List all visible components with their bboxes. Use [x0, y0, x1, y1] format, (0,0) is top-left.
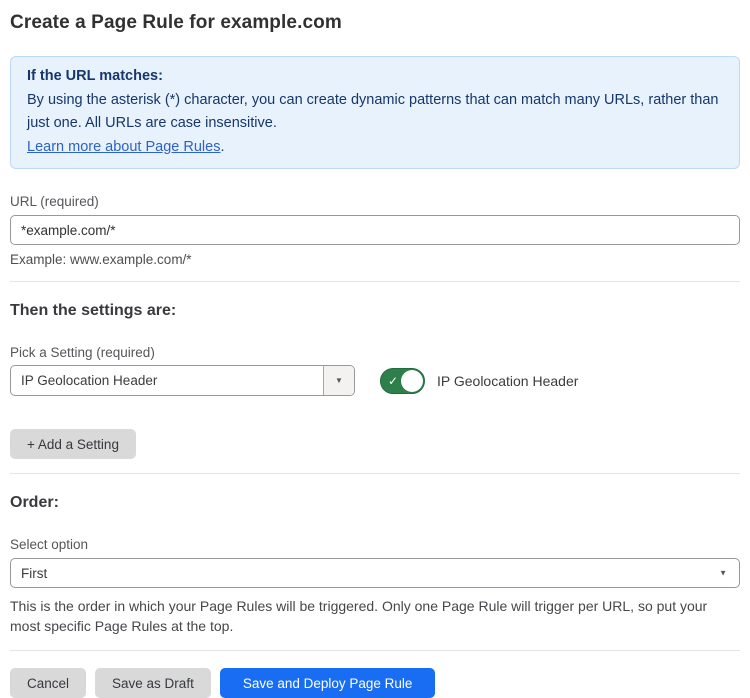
divider [10, 650, 740, 651]
chevron-down-icon: ▼ [719, 569, 727, 578]
order-select-value: First [21, 566, 47, 581]
save-as-draft-button[interactable]: Save as Draft [95, 668, 211, 698]
toggle-label: IP Geolocation Header [437, 373, 578, 389]
url-matches-info-box: If the URL matches: By using the asteris… [10, 56, 740, 169]
setting-select[interactable]: IP Geolocation Header ▼ [10, 365, 355, 396]
order-select[interactable]: First ▼ [10, 558, 740, 588]
info-box-body: By using the asterisk (*) character, you… [27, 89, 723, 136]
url-example-helper: Example: www.example.com/* [10, 252, 740, 267]
check-icon: ✓ [388, 374, 398, 386]
pick-setting-label: Pick a Setting (required) [10, 345, 740, 360]
setting-select-value: IP Geolocation Header [11, 366, 323, 395]
chevron-down-icon[interactable]: ▼ [323, 366, 354, 395]
setting-row: IP Geolocation Header ▼ ✓ IP Geolocation… [10, 365, 740, 396]
learn-more-link[interactable]: Learn more about Page Rules [27, 139, 220, 155]
action-button-row: Cancel Save as Draft Save and Deploy Pag… [10, 668, 740, 698]
divider [10, 281, 740, 282]
settings-section-heading: Then the settings are: [10, 302, 740, 320]
cancel-button[interactable]: Cancel [10, 668, 86, 698]
order-helper-text: This is the order in which your Page Rul… [10, 596, 740, 636]
url-field-label: URL (required) [10, 194, 740, 209]
divider [10, 473, 740, 474]
ip-geolocation-toggle[interactable]: ✓ [380, 368, 425, 394]
save-and-deploy-button[interactable]: Save and Deploy Page Rule [220, 668, 436, 698]
info-box-heading: If the URL matches: [27, 65, 723, 89]
toggle-knob [401, 370, 423, 392]
page-title: Create a Page Rule for example.com [10, 12, 740, 34]
url-input[interactable] [10, 215, 740, 245]
link-period: . [220, 139, 224, 155]
order-section-heading: Order: [10, 494, 740, 512]
add-setting-button[interactable]: + Add a Setting [10, 429, 136, 459]
order-select-label: Select option [10, 537, 740, 552]
info-box-link-line: Learn more about Page Rules. [27, 136, 723, 160]
